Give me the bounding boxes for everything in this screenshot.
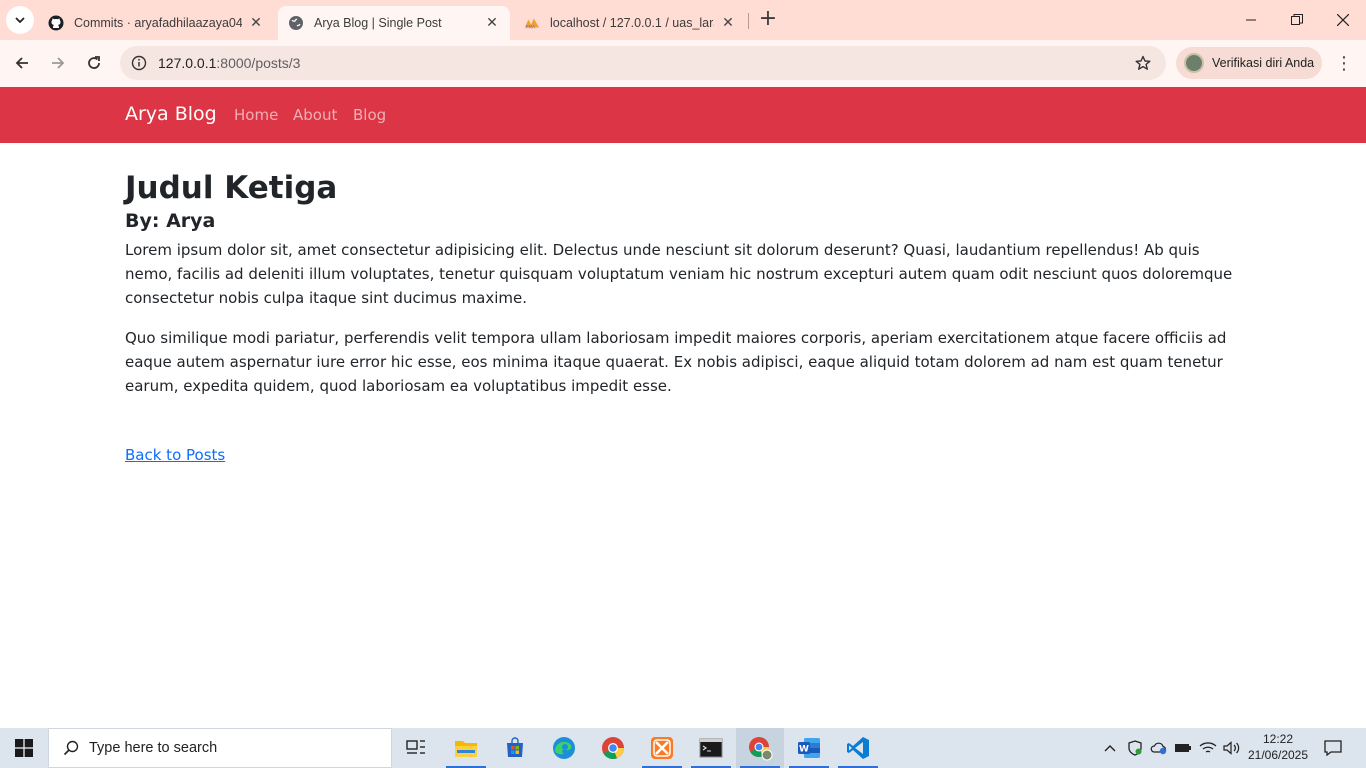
url-host: 127.0.0.1 xyxy=(158,55,217,71)
file-explorer-icon[interactable] xyxy=(442,728,490,768)
reload-button[interactable] xyxy=(79,48,109,78)
phpmyadmin-icon: PMA xyxy=(524,15,540,31)
site-brand[interactable]: Arya Blog xyxy=(125,103,217,125)
notification-icon[interactable] xyxy=(1318,728,1348,768)
post-content: Judul Ketiga By: Arya Lorem ipsum dolor … xyxy=(125,168,1245,464)
close-icon xyxy=(1337,14,1349,26)
reload-icon xyxy=(88,56,100,69)
tab-title: Commits · aryafadhilaazaya04/UAS_Laravel xyxy=(74,16,242,30)
svg-text:W: W xyxy=(799,745,809,755)
word-icon[interactable]: W xyxy=(785,728,833,768)
browser-toolbar: 127.0.0.1:8000/posts/3 Verifikasi diri A… xyxy=(0,40,1366,87)
post-paragraph: Quo similique modi pariatur, perferendis… xyxy=(125,329,1227,395)
onedrive-icon[interactable] xyxy=(1148,728,1170,768)
back-to-posts-link[interactable]: Back to Posts xyxy=(125,446,225,464)
tab-search-button[interactable] xyxy=(6,6,34,34)
chevron-down-icon xyxy=(15,17,25,24)
site-navbar: Arya Blog Home About Blog xyxy=(0,87,1366,143)
address-bar[interactable]: 127.0.0.1:8000/posts/3 xyxy=(120,46,1166,80)
url-text: 127.0.0.1:8000/posts/3 xyxy=(158,55,1128,71)
forward-button[interactable] xyxy=(43,48,73,78)
close-window-button[interactable] xyxy=(1320,0,1366,40)
svg-text:PMA: PMA xyxy=(526,24,536,30)
post-title: Judul Ketiga xyxy=(125,170,338,206)
start-button[interactable] xyxy=(0,728,48,768)
tab-github-commits[interactable]: Commits · aryafadhilaazaya04/UAS_Laravel… xyxy=(38,6,274,40)
windows-logo-icon xyxy=(15,739,33,757)
tab-divider xyxy=(748,13,749,29)
profile-chip[interactable]: Verifikasi diri Anda xyxy=(1176,47,1322,79)
chevron-up-icon[interactable] xyxy=(1100,728,1120,768)
xampp-icon[interactable] xyxy=(638,728,686,768)
search-placeholder: Type here to search xyxy=(89,740,218,756)
windows-taskbar: Type here to search W 12:22 21/06/2025 xyxy=(0,728,1366,768)
profile-label: Verifikasi diri Anda xyxy=(1212,56,1315,70)
terminal-icon[interactable] xyxy=(687,728,735,768)
bookmark-star-icon[interactable] xyxy=(1128,48,1158,78)
close-icon[interactable]: ✕ xyxy=(720,15,736,31)
nav-link-home[interactable]: Home xyxy=(234,106,278,124)
nav-link-blog[interactable]: Blog xyxy=(353,106,386,124)
web-page: Arya Blog Home About Blog Judul Ketiga B… xyxy=(0,87,1366,728)
restore-button[interactable] xyxy=(1274,0,1320,40)
battery-icon[interactable] xyxy=(1172,728,1194,768)
edge-icon[interactable] xyxy=(540,728,588,768)
taskbar-clock[interactable]: 12:22 21/06/2025 xyxy=(1246,731,1310,763)
site-info-icon[interactable] xyxy=(122,46,156,80)
avatar xyxy=(1184,53,1204,73)
post-paragraph: Lorem ipsum dolor sit, amet consectetur … xyxy=(125,241,1233,307)
minimize-button[interactable] xyxy=(1228,0,1274,40)
arrow-left-icon xyxy=(15,57,28,69)
nav-link-about[interactable]: About xyxy=(293,106,337,124)
post-author: By: Arya xyxy=(125,210,216,232)
globe-icon xyxy=(288,15,304,31)
tab-strip: Commits · aryafadhilaazaya04/UAS_Laravel… xyxy=(0,0,1366,40)
new-tab-button[interactable]: + xyxy=(756,8,780,32)
tab-phpmyadmin[interactable]: PMA localhost / 127.0.0.1 / uas_laravel … xyxy=(514,6,746,40)
security-shield-icon[interactable] xyxy=(1124,728,1146,768)
chrome-profile-icon[interactable] xyxy=(736,728,784,768)
github-icon xyxy=(48,15,64,31)
search-icon xyxy=(63,740,79,756)
close-icon[interactable]: ✕ xyxy=(248,15,264,31)
close-icon[interactable]: ✕ xyxy=(484,15,500,31)
clock-time: 12:22 xyxy=(1262,732,1294,746)
tab-title: localhost / 127.0.0.1 / uas_laravel xyxy=(550,16,714,30)
task-view-icon[interactable] xyxy=(392,728,440,768)
minimize-icon xyxy=(1246,19,1256,21)
vscode-icon[interactable] xyxy=(834,728,882,768)
volume-icon[interactable] xyxy=(1220,728,1244,768)
restore-icon xyxy=(1291,14,1303,25)
tab-single-post[interactable]: Arya Blog | Single Post ✕ xyxy=(278,6,510,40)
tab-title: Arya Blog | Single Post xyxy=(314,16,442,30)
clock-date: 21/06/2025 xyxy=(1247,748,1309,762)
back-button[interactable] xyxy=(7,48,37,78)
url-path: :8000/posts/3 xyxy=(216,55,301,71)
more-menu-icon[interactable]: ⋮ xyxy=(1332,49,1356,77)
wifi-icon[interactable] xyxy=(1196,728,1220,768)
microsoft-store-icon[interactable] xyxy=(491,728,539,768)
chrome-icon[interactable] xyxy=(589,728,637,768)
arrow-right-icon xyxy=(52,57,65,69)
taskbar-search-box[interactable]: Type here to search xyxy=(48,728,392,768)
